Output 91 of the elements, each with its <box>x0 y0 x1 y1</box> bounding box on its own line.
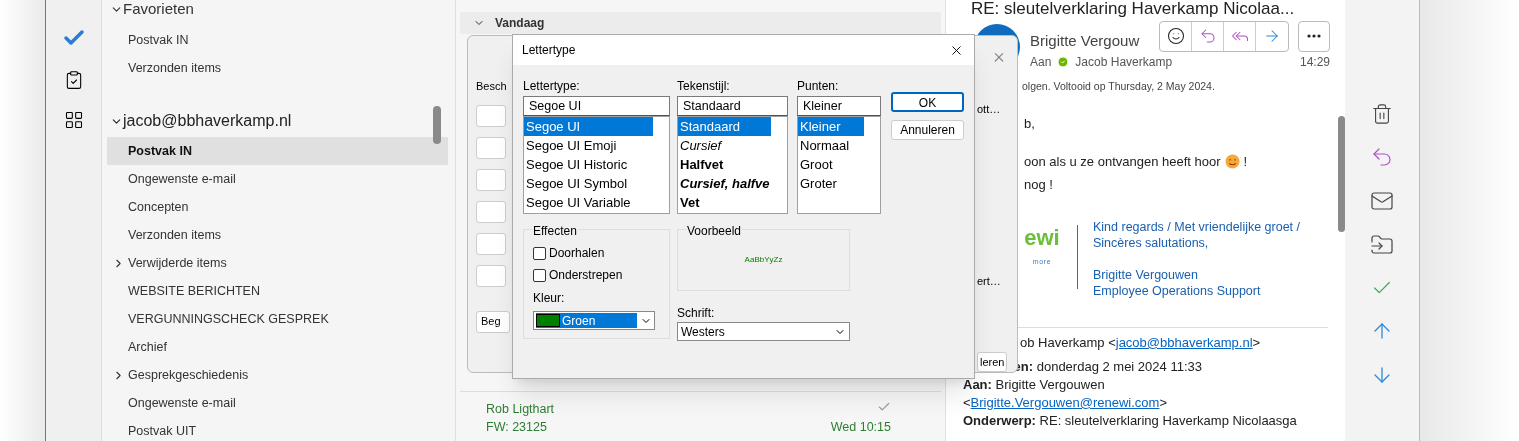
folder-item[interactable]: Ongewenste e-mail <box>107 389 448 417</box>
scrollbar-thumb[interactable] <box>1338 116 1345 232</box>
group-header[interactable]: Vandaag <box>460 12 941 34</box>
list-option[interactable]: Segoe UI Emoji <box>524 136 653 155</box>
apps-grid-icon[interactable] <box>63 110 84 130</box>
mail-icon[interactable] <box>1370 189 1394 213</box>
text-field[interactable] <box>476 232 506 255</box>
folder-item[interactable]: WEBSITE BERICHTEN <box>107 277 448 305</box>
text-field[interactable] <box>476 168 506 191</box>
text-field[interactable] <box>476 200 506 223</box>
folder-item[interactable]: Postvak IN <box>107 137 448 165</box>
folder-item[interactable]: Verzonden items <box>107 54 448 82</box>
folder-item[interactable]: VERGUNNINGSCHECK GESPREK <box>107 305 448 333</box>
text-field[interactable]: Segoe UI <box>523 96 670 116</box>
checkbox[interactable]: Doorhalen <box>533 244 660 262</box>
quoted-header-line: Onderwerp: RE: sleutelverklaring Haverkamp Nicolaasga <box>962 411 1298 430</box>
folder-item[interactable]: Postvak UIT <box>107 417 448 441</box>
quoted-header-line: Aan: Brigitte Vergouwen <box>962 375 1106 394</box>
text-field[interactable]: Kleiner <box>797 96 881 116</box>
scrollbar-thumb[interactable] <box>433 106 441 144</box>
text-field[interactable] <box>476 264 506 287</box>
list-option[interactable]: Groot <box>798 155 864 174</box>
folder-item[interactable]: Concepten <box>107 193 448 221</box>
body-text: oon als u ze ontvangen heeft hoor <box>1024 152 1221 171</box>
presence-available-icon <box>1057 55 1070 68</box>
list-option[interactable]: Segoe UI Symbol <box>524 174 653 193</box>
text-field[interactable]: Standaard <box>677 96 788 116</box>
to-label: Aan <box>1030 53 1052 71</box>
list-option[interactable]: Kleiner <box>798 117 864 136</box>
reply-icon <box>1198 27 1217 46</box>
signature-text: Employee Operations Support <box>1093 282 1262 299</box>
more-button[interactable] <box>1298 20 1330 52</box>
body-text: nog ! <box>1024 176 1053 195</box>
body-text: b, <box>1024 115 1035 134</box>
dialog-button[interactable]: Beg <box>476 310 510 333</box>
signature-text: Sincères salutations, <box>1093 234 1210 251</box>
sender-name: Brigitte Vergouw <box>1030 31 1140 51</box>
folder-item[interactable]: Verzonden items <box>107 221 448 249</box>
smiley-icon <box>1166 27 1185 46</box>
list-option[interactable]: Groter <box>798 174 864 193</box>
text-field[interactable] <box>476 104 506 127</box>
field-label: Tekenstijl: <box>677 78 731 95</box>
list-option[interactable]: Segoe UI Historic <box>524 155 653 174</box>
script-dropdown[interactable]: Westers <box>677 322 850 341</box>
signature-text: Kind regards / Met vriendelijke groet / <box>1093 218 1301 235</box>
dialog-title: Lettertype <box>522 42 576 59</box>
delete-icon[interactable] <box>1371 103 1393 125</box>
message-sender: Rob Ligthart <box>486 400 555 418</box>
list-option[interactable]: Standaard <box>678 117 771 136</box>
dialog-field-text: ott… <box>977 101 1001 117</box>
field-label: Kleur: <box>533 290 566 307</box>
folder-item[interactable]: Ongewenste e-mail <box>107 165 448 193</box>
checkbox[interactable]: Onderstrepen <box>533 266 660 284</box>
list-option[interactable]: Cursief <box>678 136 771 155</box>
email-link[interactable]: Brigitte.Vergouwen@renewi.com <box>970 394 1160 410</box>
flag-note: olgen. Voltooid op Thursday, 2 May 2024. <box>1021 78 1216 94</box>
list-option[interactable]: Vet <box>678 193 771 212</box>
recipient-name[interactable]: Jacob Haverkamp <box>1075 52 1173 71</box>
move-to-folder-icon[interactable] <box>1370 233 1394 257</box>
field-label: Schrift: <box>677 305 716 322</box>
color-dropdown[interactable]: Groen <box>533 311 655 330</box>
field-label: Punten: <box>797 78 840 95</box>
list-option[interactable]: Halfvet <box>678 155 771 174</box>
folder-group-title[interactable]: Favorieten <box>123 0 194 21</box>
preview-sample: AaBbYyZz <box>744 254 783 266</box>
list-option[interactable]: Segoe UI Variable <box>524 193 653 212</box>
dialog-text: ert… <box>977 274 1001 290</box>
folder-item[interactable]: Verwijderde items <box>107 249 448 277</box>
list-option[interactable]: Segoe UI <box>524 117 653 136</box>
list-option[interactable]: Cursief, halfve <box>678 174 771 193</box>
message-subject: FW: 23125 <box>486 419 547 437</box>
message-time: Wed 10:15 <box>830 419 891 437</box>
list-option[interactable]: Normaal <box>798 136 864 155</box>
dialog-button[interactable]: Annuleren <box>891 120 964 140</box>
message-title: RE: sleutelverklaring Haverkamp Nicolaa... <box>970 0 1296 18</box>
more-icon <box>1307 34 1321 39</box>
signature-text: Brigitte Vergouwen <box>1093 266 1199 283</box>
text-field[interactable] <box>476 136 506 159</box>
field-label: Lettertype: <box>523 78 581 95</box>
message-item[interactable]: Rob Ligthart FW: 23125 Wed 10:15 <box>460 390 941 441</box>
quoted-header-line: <Brigitte.Vergouwen@renewi.com> <box>962 393 1168 412</box>
email-link[interactable]: jacob@bbhaverkamp.nl <box>1115 334 1253 350</box>
body-text: ! <box>1243 152 1248 171</box>
account-title[interactable]: jacob@bbhaverkamp.nl <box>123 109 292 133</box>
dialog-button[interactable]: leren <box>977 351 1008 372</box>
folder-item[interactable]: Gesprekgeschiedenis <box>107 361 448 389</box>
message-time: 14:29 <box>1299 53 1330 71</box>
folder-item[interactable]: Postvak IN <box>107 26 448 54</box>
dialog-label: Besch <box>476 79 508 94</box>
folder-item[interactable]: Archief <box>107 333 448 361</box>
dialog-button[interactable]: OK <box>891 92 964 112</box>
